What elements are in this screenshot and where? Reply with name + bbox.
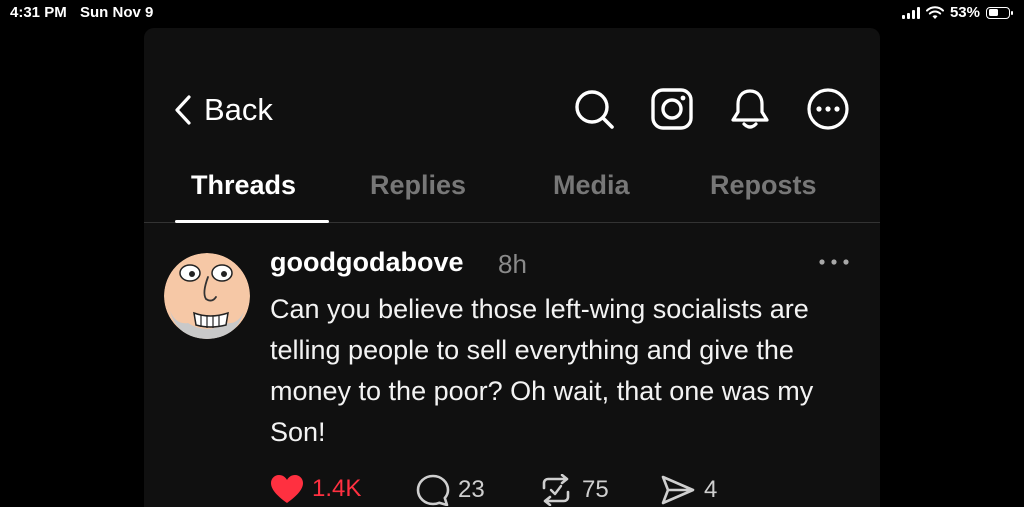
signal-icon bbox=[901, 6, 920, 19]
reply-count: 23 bbox=[458, 476, 485, 503]
back-button[interactable]: Back bbox=[174, 92, 273, 128]
battery-fill bbox=[988, 9, 999, 16]
tab-threads[interactable]: Threads bbox=[191, 170, 296, 201]
repost-icon bbox=[542, 474, 570, 506]
comment-icon bbox=[416, 474, 450, 506]
share-count: 4 bbox=[704, 476, 718, 503]
chevron-left-icon bbox=[175, 95, 191, 125]
share-button[interactable]: 4 bbox=[660, 474, 717, 506]
heart-filled-icon bbox=[271, 475, 303, 503]
back-label: Back bbox=[204, 92, 273, 127]
instagram-button[interactable] bbox=[650, 87, 694, 131]
profile-tabs: Threads Replies Media Reposts bbox=[144, 166, 880, 223]
more-horizontal-icon bbox=[819, 259, 849, 265]
status-indicators: 53% bbox=[901, 4, 1013, 21]
post-timestamp: 8h bbox=[498, 249, 527, 279]
notifications-button[interactable] bbox=[728, 87, 772, 131]
repost-count: 75 bbox=[582, 476, 609, 503]
battery-icon bbox=[986, 6, 1013, 19]
instagram-icon bbox=[651, 88, 693, 130]
tab-media[interactable]: Media bbox=[553, 170, 630, 201]
post-text: Can you believe those left-wing socialis… bbox=[270, 294, 814, 447]
bell-icon bbox=[731, 89, 769, 129]
tab-replies[interactable]: Replies bbox=[370, 170, 466, 201]
avatar-illustration bbox=[164, 253, 250, 339]
search-icon bbox=[575, 90, 614, 129]
more-circle-icon bbox=[807, 88, 849, 130]
thread-post[interactable]: goodgodabove 8h Can you believe those le… bbox=[144, 223, 880, 507]
profile-panel: Back Threads Replies Media Reposts goodg… bbox=[144, 28, 880, 507]
send-icon bbox=[661, 475, 695, 505]
post-more-button[interactable] bbox=[818, 253, 850, 271]
post-username[interactable]: goodgodabove bbox=[270, 247, 463, 278]
battery-percent: 53% bbox=[949, 4, 980, 21]
tab-reposts[interactable]: Reposts bbox=[710, 170, 817, 201]
avatar[interactable] bbox=[164, 253, 250, 339]
status-date: Sun Nov 9 bbox=[80, 4, 154, 21]
like-button[interactable]: 1.4K bbox=[270, 474, 361, 504]
status-bar: 4:31 PM Sun Nov 9 53% bbox=[0, 0, 1024, 26]
like-count: 1.4K bbox=[312, 475, 362, 502]
reply-button[interactable]: 23 bbox=[416, 474, 485, 506]
wifi-icon bbox=[925, 5, 944, 19]
header-actions bbox=[572, 87, 850, 131]
search-button[interactable] bbox=[572, 87, 616, 131]
status-time: 4:31 PM bbox=[10, 4, 67, 21]
more-options-button[interactable] bbox=[806, 87, 850, 131]
repost-button[interactable]: 75 bbox=[538, 474, 609, 506]
